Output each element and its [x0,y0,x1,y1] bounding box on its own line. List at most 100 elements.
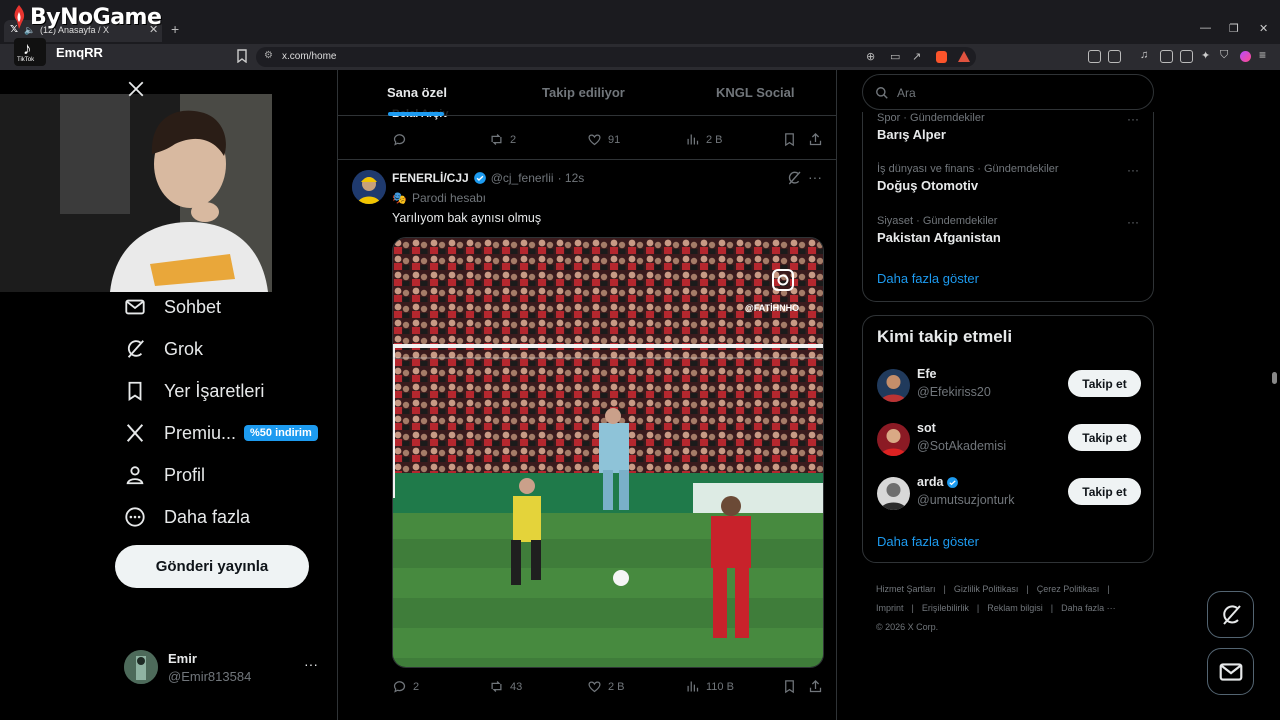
footer-separator: | [976,603,980,613]
brave-rewards-icon[interactable] [958,51,970,62]
extension-icon[interactable] [1108,50,1121,63]
footer-link-cookies[interactable]: Çerez Politikası [1037,584,1100,594]
tweet-more-icon[interactable]: ··· [808,169,822,185]
trend-more-icon[interactable]: ··· [1127,163,1139,177]
footer-link-terms[interactable]: Hizmet Şartları [876,584,936,594]
follow-suggestion[interactable]: sot @SotAkademisi Takip et [877,421,1141,461]
vpn-icon[interactable]: ⛉ [1220,49,1228,62]
search-input[interactable]: Ara [862,74,1154,110]
footer-link-imprint[interactable]: Imprint [876,603,904,613]
menu-icon[interactable]: ≡ [1259,48,1266,62]
url-field[interactable]: ⚙ x.com/home ⊕ ▭ ↗ [256,47,976,67]
brave-shield-icon[interactable] [936,51,947,63]
media-icon[interactable]: ♫ [1140,49,1148,61]
nav-item-grok[interactable]: Grok [124,334,203,364]
maximize-icon[interactable]: ❐ [1229,22,1239,35]
footer-separator: | [943,584,946,594]
messages-float-button[interactable] [1207,648,1254,695]
footer-separator: | [1050,603,1054,613]
share-icon[interactable]: ↗ [912,50,921,63]
tab-for-you[interactable]: Sana özel [387,85,447,100]
follow-show-more-link[interactable]: Daha fazla göster [877,534,979,549]
follow-suggestion[interactable]: arda @umutsuzjonturk Takip et [877,475,1141,515]
footer-link-ads-info[interactable]: Reklam bilgisi [987,603,1043,613]
wallet-icon[interactable] [1180,50,1193,63]
bookmark-button[interactable] [782,679,797,694]
nav-label: Profil [164,464,206,485]
reply-button[interactable] [392,132,413,147]
new-tab-icon[interactable]: + [171,21,179,37]
trend-category: İş dünyası ve finans · Gündemdekiler [877,163,1059,175]
tweet-timestamp[interactable]: · 12s [558,171,585,185]
reply-button[interactable]: 2 [392,679,419,694]
retweet-button[interactable]: 2 [489,132,516,147]
grok-float-button[interactable] [1207,591,1254,638]
footer-links: Hizmet Şartları | Gizlilik Politikası | Çere… [876,580,1146,637]
nav-item-bookmarks[interactable]: Yer İşaretleri [124,376,264,406]
browser-tab-bar: 𝕏 🔈 (12) Anasayfa / X ✕ + — ❐ ✕ [0,0,1280,44]
trend-more-icon[interactable]: ··· [1127,215,1139,229]
trend-item[interactable]: Siyaset · Gündemdekiler Pakistan Afganis… [877,215,1147,245]
trend-name: Barış Alper [877,127,946,142]
bookmark-button[interactable] [782,132,797,147]
tweet-avatar[interactable] [352,170,386,204]
bookmark-page-icon[interactable] [236,49,248,63]
scrollbar-thumb[interactable] [1272,372,1277,384]
follow-handle: @SotAkademisi [917,439,1007,453]
nav-item-profile[interactable]: Profil [124,460,205,490]
zoom-icon[interactable]: ⊕ [866,50,875,63]
footer-link-accessibility[interactable]: Erişilebilirlik [922,603,969,613]
tab-kngl-social[interactable]: KNGL Social [716,85,795,100]
footer-link-more[interactable]: Daha fazla ··· [1061,603,1116,613]
nav-item-more[interactable]: Daha fazla [124,502,250,532]
profile-icon[interactable] [1240,51,1251,62]
share-button[interactable] [808,132,823,147]
retweet-button[interactable]: 43 [489,679,522,694]
minimize-icon[interactable]: — [1200,22,1211,34]
follow-button[interactable]: Takip et [1068,478,1141,505]
footer-separator: | [1107,584,1110,594]
person-icon [126,466,144,485]
trends-show-more-link[interactable]: Daha fazla göster [877,271,979,286]
x-home-logo-icon[interactable] [127,80,145,98]
tab-following[interactable]: Takip ediliyor [542,85,625,100]
leo-icon[interactable]: ✦ [1201,49,1210,62]
site-settings-icon[interactable]: ⚙ [264,50,273,61]
tweet-media-video[interactable]: @FATİHNHO [392,237,824,668]
trend-more-icon[interactable]: ··· [1127,112,1139,126]
avatar [877,423,910,456]
stream-logo: ByNoGame [10,2,162,32]
cast-icon[interactable]: ▭ [890,50,900,63]
account-switcher[interactable]: Emir @Emir813584 ··· [124,648,328,688]
follow-button[interactable]: Takip et [1068,370,1141,397]
like-button[interactable]: 91 [587,132,620,147]
mail-icon [1219,662,1242,681]
retweet-icon [491,681,502,692]
like-button[interactable]: 2 B [587,679,625,694]
nav-item-sohbet[interactable]: Sohbet [124,292,221,322]
sidebar-icon[interactable] [1160,50,1173,63]
premium-discount-badge[interactable]: %50 indirim [244,425,318,441]
parody-label: 🎭 Parodi hesabı [392,191,486,205]
window-close-icon[interactable]: ✕ [1259,22,1268,35]
follow-suggestion[interactable]: Efe @Efekiriss20 Takip et [877,367,1141,407]
media-watermark: @FATİHNHO [745,303,800,313]
tweet-author-name[interactable]: FENERLİ/CJJ [392,171,469,185]
trend-item[interactable]: İş dünyası ve finans · Gündemdekiler Doğ… [877,163,1147,193]
views-button[interactable]: 110 B [685,679,734,694]
trend-item[interactable]: Spor · Gündemdekiler Barış Alper ··· [877,112,1147,142]
views-button[interactable]: 2 B [685,132,723,147]
follow-button[interactable]: Takip et [1068,424,1141,451]
account-more-icon[interactable]: ··· [304,656,318,672]
extension-icon[interactable] [1088,50,1101,63]
footer-link-privacy[interactable]: Gizlilik Politikası [954,584,1019,594]
grok-icon[interactable] [786,170,802,186]
nav-item-premium[interactable]: Premiu... [124,418,236,448]
post-button[interactable]: Gönderi yayınla [115,545,309,588]
tweet-author-handle[interactable]: @cj_fenerlii [491,171,554,185]
tweet-header: FENERLİ/CJJ @cj_fenerlii · 12s [392,171,584,185]
heart-icon [588,681,601,693]
share-button[interactable] [808,679,823,694]
like-count: 91 [608,133,621,146]
search-icon [876,87,888,99]
